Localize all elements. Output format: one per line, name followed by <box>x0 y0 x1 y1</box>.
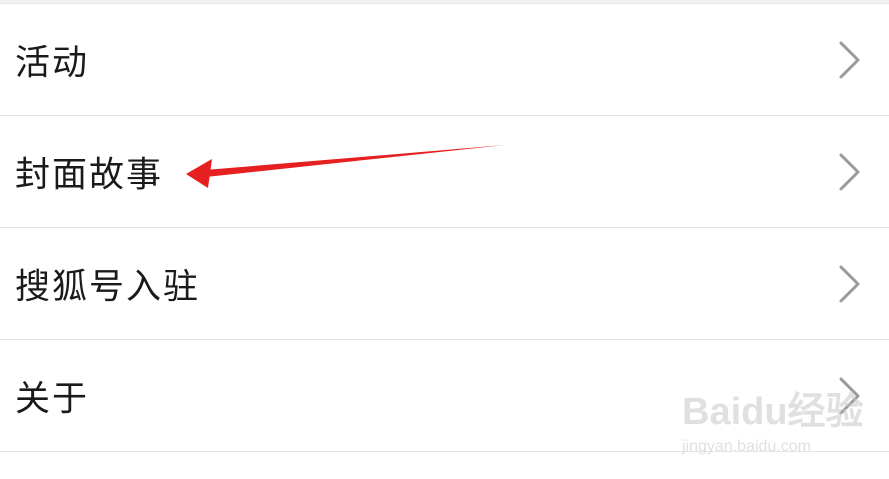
menu-item-cover-story[interactable]: 封面故事 <box>0 116 889 228</box>
chevron-right-icon <box>839 265 860 302</box>
chevron-right-icon <box>839 41 860 78</box>
menu-item-activity[interactable]: 活动 <box>0 4 889 116</box>
chevron-right-icon <box>839 153 860 190</box>
settings-screen: 活动 封面故事 搜狐号入驻 关于 Baidu经验 jingyan.baidu.c… <box>0 0 889 479</box>
baidu-watermark: Baidu经验 jingyan.baidu.com <box>676 380 876 470</box>
watermark-url: jingyan.baidu.com <box>682 438 811 455</box>
menu-item-label: 搜狐号入驻 <box>15 267 201 307</box>
menu-item-label: 活动 <box>15 43 90 83</box>
menu-item-sohu-account[interactable]: 搜狐号入驻 <box>0 228 889 340</box>
menu-item-label: 关于 <box>15 379 90 419</box>
menu-item-label: 封面故事 <box>15 155 164 195</box>
watermark-logo: Baidu经验 <box>682 391 864 433</box>
